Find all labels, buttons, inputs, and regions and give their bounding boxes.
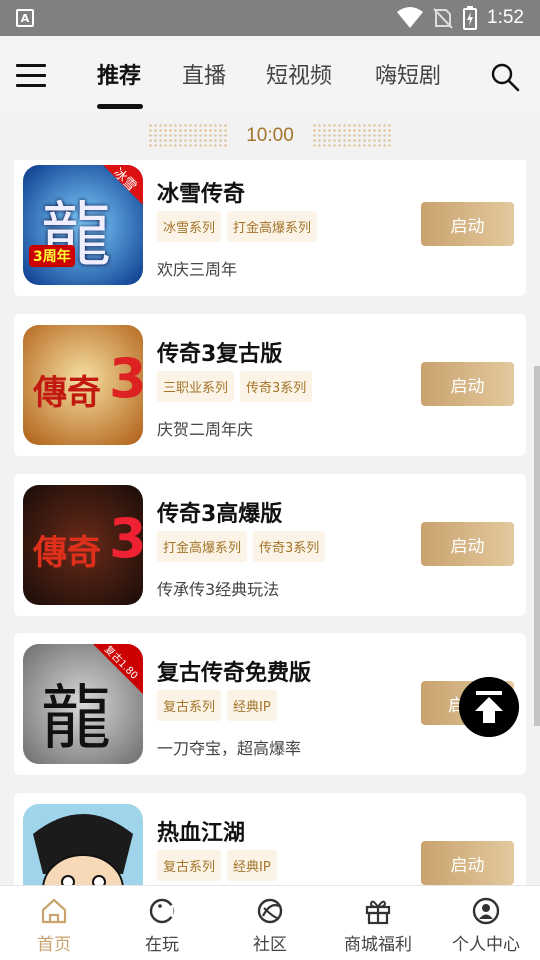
countdown-time: 10:00 (246, 125, 294, 146)
top-nav: 推荐 直播 短视频 嗨短剧 (0, 36, 540, 112)
game-description: 欢庆三周年 (157, 260, 238, 279)
tab-short-drama[interactable]: 嗨短剧 (375, 58, 441, 90)
tag: 复古系列 (157, 690, 222, 721)
game-title: 冰雪传奇 (157, 182, 246, 207)
game-thumbnail: 傳奇 3 (23, 325, 143, 445)
clock: 1:52 (487, 7, 524, 28)
game-title: 传奇3高爆版 (157, 502, 283, 527)
game-description: 庆贺二周年庆 (157, 420, 254, 439)
launch-button[interactable]: 启动 (421, 362, 514, 406)
tag: 经典IP (227, 850, 277, 881)
tag-list: 复古系列 经典IP (157, 850, 277, 881)
tag: 三职业系列 (157, 371, 235, 402)
home-icon (41, 898, 67, 924)
game-thumbnail: 傳奇 3 (23, 485, 143, 605)
back-to-top-icon[interactable] (459, 677, 519, 737)
launch-button[interactable]: 启动 (421, 841, 514, 885)
tab-short-video[interactable]: 短视频 (266, 58, 332, 90)
no-sim-icon (433, 8, 453, 29)
bottom-nav-label: 商城福利 (344, 935, 412, 955)
bottom-nav-mall[interactable]: 商城福利 (324, 886, 432, 960)
community-icon (257, 898, 283, 924)
game-card[interactable]: 龍 复古1.80 复古传奇免费版 复古系列 经典IP 一刀夺宝，超高爆率 启 (14, 633, 526, 775)
scrollbar[interactable] (534, 366, 540, 726)
thumbnail-number: 3 (109, 507, 143, 570)
tag-list: 冰雪系列 打金高爆系列 (157, 211, 318, 242)
active-tab-indicator (97, 104, 143, 109)
tag: 打金高爆系列 (157, 531, 248, 562)
thumbnail-number: 3 (109, 347, 143, 410)
bottom-nav-label: 首页 (37, 935, 71, 955)
menu-icon[interactable] (16, 64, 46, 88)
tag-list: 三职业系列 传奇3系列 (157, 371, 313, 402)
tag-list: 复古系列 经典IP (157, 690, 277, 721)
gamepad-icon (149, 898, 175, 924)
tag: 打金高爆系列 (227, 211, 318, 242)
search-icon[interactable] (490, 62, 520, 92)
decorative-dots-left (148, 123, 229, 149)
app-notification-icon: A (16, 9, 34, 27)
game-list: 龍 冰雪 3周年 冰雪传奇 冰雪系列 打金高爆系列 欢庆三周年 启动 傳奇 3 … (0, 160, 540, 885)
game-thumbnail (23, 804, 143, 885)
bottom-nav-label: 个人中心 (452, 935, 520, 955)
countdown-banner: 10:00 (0, 112, 540, 160)
thumbnail-glyph: 龍 (41, 677, 111, 759)
game-thumbnail: 龍 复古1.80 (23, 644, 143, 764)
bottom-nav-playing[interactable]: 在玩 (108, 886, 216, 960)
game-card[interactable]: 傳奇 3 传奇3复古版 三职业系列 传奇3系列 庆贺二周年庆 启动 (14, 314, 526, 456)
game-title: 热血江湖 (157, 821, 246, 846)
launch-button[interactable]: 启动 (421, 522, 514, 566)
tag: 传奇3系列 (253, 531, 326, 562)
tag: 复古系列 (157, 850, 222, 881)
gift-icon (365, 900, 391, 925)
tag: 冰雪系列 (157, 211, 222, 242)
launch-button[interactable]: 启动 (421, 202, 514, 246)
bottom-nav: 首页 在玩 社区 商城福利 个人中心 (0, 885, 540, 960)
bottom-nav-label: 在玩 (145, 935, 179, 955)
tag-list: 打金高爆系列 传奇3系列 (157, 531, 326, 562)
thumbnail-anniversary: 3周年 (29, 245, 75, 267)
decorative-dots-right (311, 123, 392, 149)
tag: 经典IP (227, 690, 277, 721)
game-card[interactable]: 傳奇 3 传奇3高爆版 打金高爆系列 传奇3系列 传承传3经典玩法 启动 (14, 474, 526, 616)
game-card[interactable]: 龍 冰雪 3周年 冰雪传奇 冰雪系列 打金高爆系列 欢庆三周年 启动 (14, 160, 526, 296)
bottom-nav-community[interactable]: 社区 (216, 886, 324, 960)
wifi-icon (397, 7, 424, 28)
game-description: 传承传3经典玩法 (157, 580, 280, 599)
bottom-nav-label: 社区 (253, 935, 287, 955)
game-description: 一刀夺宝，超高爆率 (157, 739, 302, 758)
status-bar: A 1:52 (0, 0, 540, 36)
game-thumbnail: 龍 冰雪 3周年 (23, 165, 143, 285)
bottom-nav-home[interactable]: 首页 (0, 886, 108, 960)
battery-charging-icon (463, 6, 478, 30)
game-title: 复古传奇免费版 (157, 661, 312, 686)
profile-icon (472, 897, 500, 925)
tab-live[interactable]: 直播 (182, 58, 226, 90)
thumbnail-glyph: 傳奇 (33, 373, 101, 413)
thumbnail-glyph: 傳奇 (33, 533, 101, 573)
tab-recommend[interactable]: 推荐 (97, 58, 141, 90)
game-title: 传奇3复古版 (157, 342, 283, 367)
bottom-nav-profile[interactable]: 个人中心 (432, 886, 540, 960)
game-card[interactable]: 热血江湖 复古系列 经典IP 启动 (14, 793, 526, 885)
tag: 传奇3系列 (240, 371, 313, 402)
